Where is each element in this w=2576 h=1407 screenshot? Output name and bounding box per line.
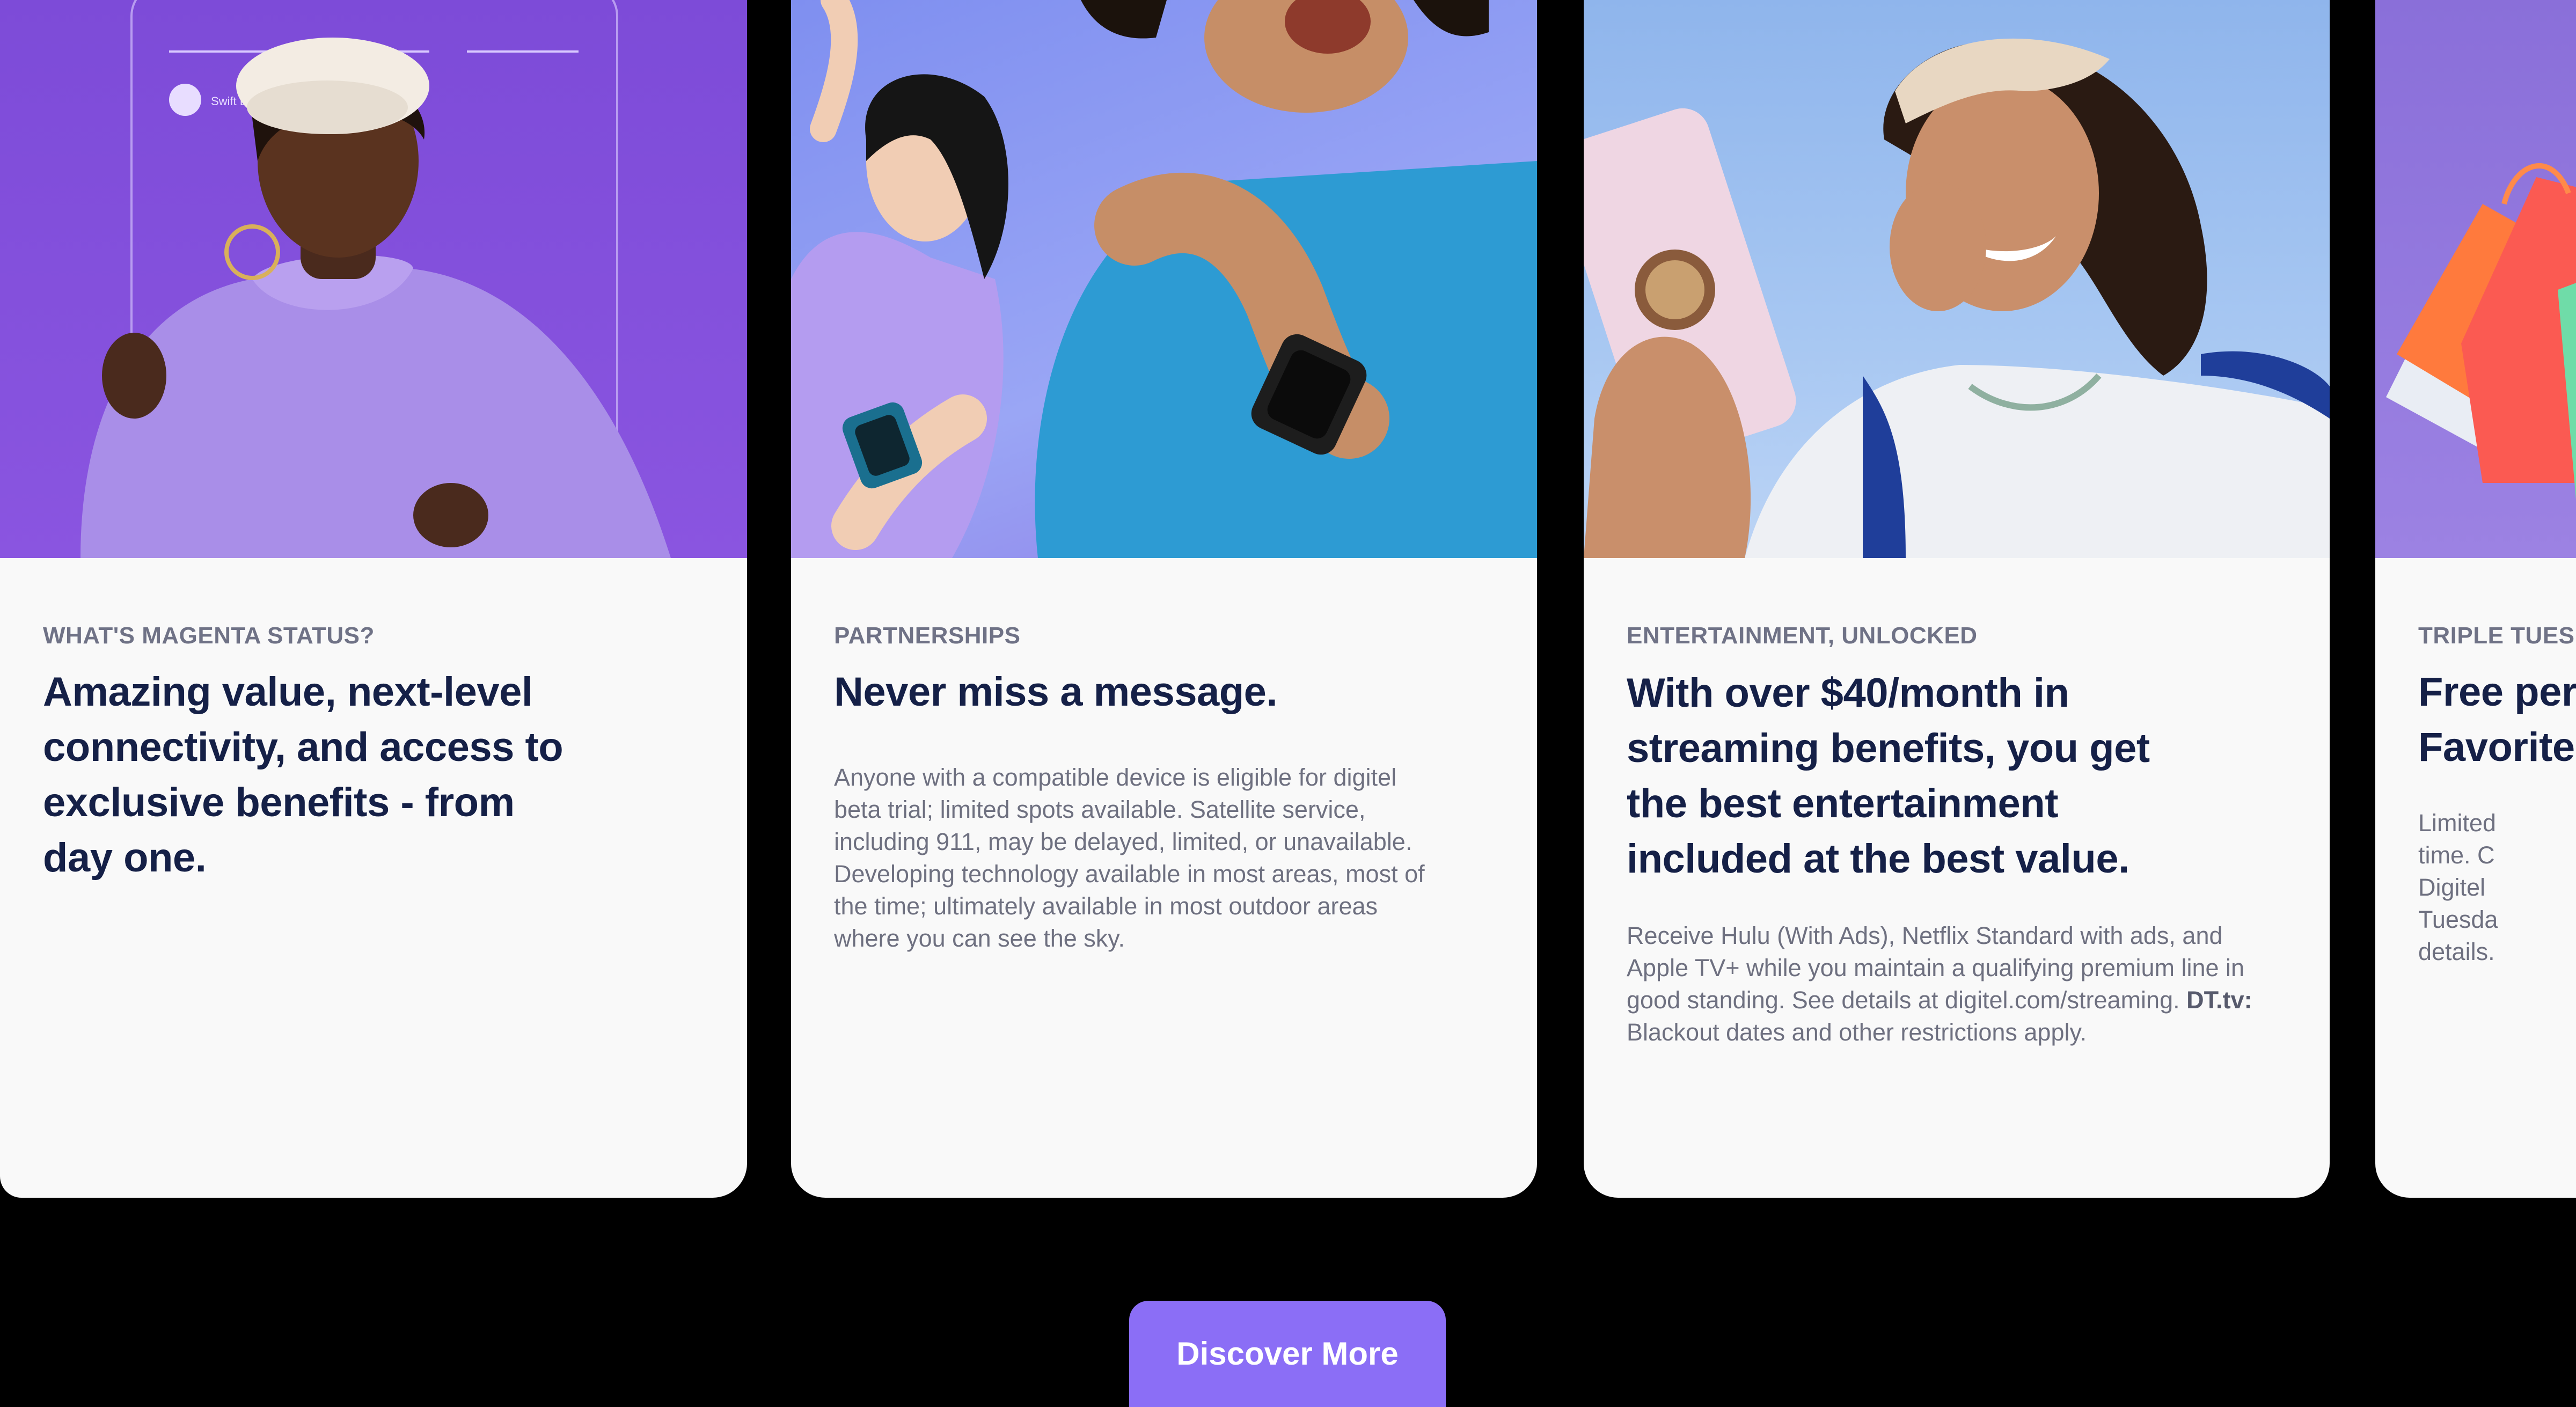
card-body: WHAT'S MAGENTA STATUS? Amazing value, ne… [43,622,704,885]
card-body: PARTNERSHIPS Never miss a message. Anyon… [834,622,1494,955]
description-tail: Blackout dates and other restrictions ap… [1627,1018,2087,1046]
card-description: Limited time. C Digitel Tuesda details. [2418,809,2498,965]
offer-card-partnerships[interactable]: PARTNERSHIPS Never miss a message. Anyon… [791,0,1537,1198]
offer-card-magenta-status[interactable]: Swift Bank WHAT'S MAGENTA STATUS? Amazin… [0,0,747,1198]
card-headline: Amazing value, next-level connectivity, … [43,669,564,881]
people-with-smartwatches-illustration [791,0,1537,558]
discover-more-button[interactable]: Discover More [1129,1301,1446,1407]
card-eyebrow: WHAT'S MAGENTA STATUS? [43,622,375,649]
card-headline: Never miss a message. [834,669,1278,715]
woman-with-phone-illustration [1584,38,2330,558]
offer-card-triple-tuesday[interactable]: TRIPLE TUESD Free per Favorite Limited t… [2375,0,2576,1198]
card-eyebrow: TRIPLE TUESD [2418,622,2576,649]
headline-line-1: Free per [2418,669,2576,715]
card-eyebrow: ENTERTAINMENT, UNLOCKED [1627,622,1978,649]
person-illustration: Swift Bank [80,0,671,558]
offer-card-entertainment[interactable]: ENTERTAINMENT, UNLOCKED With over $40/mo… [1584,0,2330,1198]
card-headline: Free per Favorite [2418,664,2576,775]
card-image [1584,0,2330,558]
description-main: Receive Hulu (With Ads), Netflix Standar… [1627,922,2245,1014]
card-image: Swift Bank [0,0,747,558]
card-image [2375,0,2576,558]
card-image [791,0,1537,558]
card-description: Anyone with a compatible device is eligi… [834,764,1425,952]
description-bold-label: DT.tv: [2186,986,2252,1014]
card-body: ENTERTAINMENT, UNLOCKED With over $40/mo… [1627,622,2287,1049]
card-body: TRIPLE TUESD Free per Favorite Limited t… [2418,622,2576,968]
card-headline: With over $40/month in streaming benefit… [1627,670,2150,882]
card-eyebrow: PARTNERSHIPS [834,622,1021,649]
shopping-bags-illustration [2386,163,2576,500]
headline-line-2: Favorite [2418,724,2575,770]
offers-carousel: Swift Bank WHAT'S MAGENTA STATUS? Amazin… [0,0,2576,1202]
card-description: Receive Hulu (With Ads), Netflix Standar… [1627,920,2287,1049]
